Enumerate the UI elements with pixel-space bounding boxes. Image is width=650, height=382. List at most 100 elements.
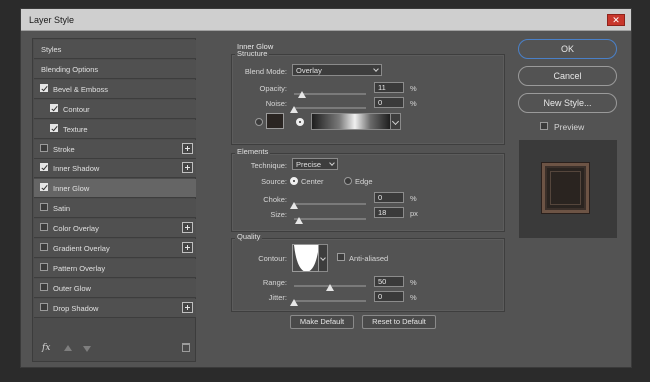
jitter-input[interactable]: 0 [374, 291, 404, 302]
close-button[interactable]: ✕ [607, 14, 625, 26]
style-checkbox[interactable] [40, 143, 48, 152]
layer-style-dialog: Layer Style ✕ Styles Blending Options Beve… [20, 8, 632, 368]
trash-icon[interactable] [182, 343, 190, 352]
contour-swatch[interactable] [292, 244, 319, 272]
choke-slider-thumb[interactable] [290, 202, 298, 209]
noise-unit: % [410, 99, 417, 108]
noise-slider-track[interactable] [294, 107, 366, 109]
style-checkbox[interactable] [40, 302, 48, 311]
structure-title: Structure [235, 49, 270, 58]
style-checkbox[interactable] [40, 163, 48, 172]
fx-icon[interactable]: fx [42, 343, 50, 353]
reset-to-default-button[interactable]: Reset to Default [362, 315, 436, 329]
add-effect-plus-icon[interactable] [182, 222, 193, 234]
add-effect-plus-icon[interactable] [182, 142, 193, 154]
style-item-label: Color Overlay [53, 224, 99, 234]
style-checkbox[interactable] [50, 103, 58, 112]
blend-mode-dropdown[interactable]: Overlay [292, 64, 382, 76]
choke-input[interactable]: 0 [374, 192, 404, 203]
style-item-pattern-overlay[interactable]: Pattern Overlay [34, 258, 196, 278]
noise-slider-thumb[interactable] [290, 106, 298, 113]
source-center-label: Center [301, 177, 324, 186]
style-checkbox[interactable] [40, 223, 48, 232]
style-checkbox[interactable] [40, 262, 48, 271]
preview-thumbnail [542, 163, 589, 213]
chevron-down-icon [373, 66, 379, 72]
preview-checkbox[interactable] [540, 122, 548, 130]
style-checkbox[interactable] [50, 123, 58, 132]
make-default-button[interactable]: Make Default [290, 315, 354, 329]
style-checkbox[interactable] [40, 203, 48, 212]
title-bar[interactable]: Layer Style ✕ [21, 9, 631, 31]
style-item-stroke[interactable]: Stroke [34, 139, 196, 159]
opacity-slider-thumb[interactable] [297, 91, 306, 98]
style-checkbox[interactable] [40, 282, 48, 291]
choke-unit: % [410, 194, 417, 203]
range-unit: % [410, 278, 417, 287]
cancel-button[interactable]: Cancel [518, 66, 617, 86]
styles-footer: fx [34, 338, 196, 360]
elements-title: Elements [235, 147, 271, 156]
technique-dropdown[interactable]: Precise [292, 158, 338, 170]
contour-label: Contour: [258, 254, 287, 263]
contour-dropdown-button[interactable] [319, 244, 328, 272]
technique-label: Technique: [250, 161, 287, 170]
glow-gradient-swatch[interactable] [311, 113, 391, 130]
solid-color-radio[interactable] [255, 118, 263, 126]
arrow-down-icon[interactable] [83, 346, 91, 352]
add-effect-plus-icon[interactable] [182, 242, 193, 253]
size-unit: px [410, 209, 418, 218]
style-item-inner-shadow[interactable]: Inner Shadow [34, 159, 196, 179]
style-item-satin[interactable]: Satin [34, 199, 196, 219]
new-style-button[interactable]: New Style... [518, 93, 617, 113]
style-item-gradient-overlay[interactable]: Gradient Overlay [34, 239, 196, 258]
jitter-slider-thumb[interactable] [290, 299, 298, 306]
technique-value: Precise [296, 160, 322, 169]
style-item-inner-glow[interactable]: Inner Glow [34, 179, 196, 199]
style-item-label: Drop Shadow [53, 303, 99, 313]
style-item-contour[interactable]: Contour [34, 99, 196, 119]
style-checkbox[interactable] [40, 183, 48, 192]
style-item-color-overlay[interactable]: Color Overlay [34, 219, 196, 239]
styles-list-panel: Styles Blending Options Bevel & Emboss Cont… [32, 38, 196, 362]
choke-slider-track[interactable] [294, 203, 366, 205]
style-item-label: Stroke [53, 144, 75, 154]
glow-color-swatch[interactable] [266, 113, 284, 129]
size-slider-track[interactable] [294, 218, 366, 220]
anti-aliased-checkbox[interactable] [337, 253, 345, 261]
size-label: Size: [270, 210, 287, 219]
opacity-input[interactable]: 11 [374, 82, 404, 93]
style-item-blending-options[interactable]: Blending Options [34, 59, 196, 79]
size-input[interactable]: 18 [374, 207, 404, 218]
add-effect-plus-icon[interactable] [182, 301, 193, 313]
gradient-dropdown-button[interactable] [391, 113, 401, 130]
jitter-slider-track[interactable] [294, 300, 366, 302]
style-item-bevel-and-emboss[interactable]: Bevel & Emboss [34, 79, 196, 99]
style-item-texture[interactable]: Texture [34, 119, 196, 139]
gradient-radio[interactable] [296, 118, 304, 126]
quality-title: Quality [235, 232, 263, 241]
style-item-label: Gradient Overlay [53, 244, 110, 253]
style-item-label: Inner Glow [53, 184, 90, 194]
style-checkbox[interactable] [40, 243, 48, 251]
source-edge-radio[interactable] [344, 177, 352, 185]
source-center-radio[interactable] [290, 177, 298, 185]
noise-input[interactable]: 0 [374, 97, 404, 108]
style-item-label: Pattern Overlay [53, 263, 106, 273]
anti-aliased-label: Anti-aliased [349, 254, 389, 263]
add-effect-plus-icon[interactable] [182, 162, 193, 174]
range-input[interactable]: 50 [374, 276, 404, 287]
jitter-label: Jitter: [268, 293, 287, 302]
blend-mode-label: Blend Mode: [244, 67, 287, 76]
style-item-drop-shadow[interactable]: Drop Shadow [34, 298, 196, 318]
arrow-up-icon[interactable] [64, 345, 72, 351]
size-slider-thumb[interactable] [295, 217, 304, 224]
style-item-label: Bevel & Emboss [53, 84, 109, 94]
style-item-label: Satin [53, 204, 71, 214]
style-checkbox[interactable] [40, 83, 48, 92]
style-item-outer-glow[interactable]: Outer Glow [34, 278, 196, 298]
range-slider-thumb[interactable] [326, 284, 334, 291]
style-item-label: Texture [63, 124, 88, 134]
ok-button[interactable]: OK [518, 39, 617, 59]
style-item-styles[interactable]: Styles [34, 40, 196, 59]
